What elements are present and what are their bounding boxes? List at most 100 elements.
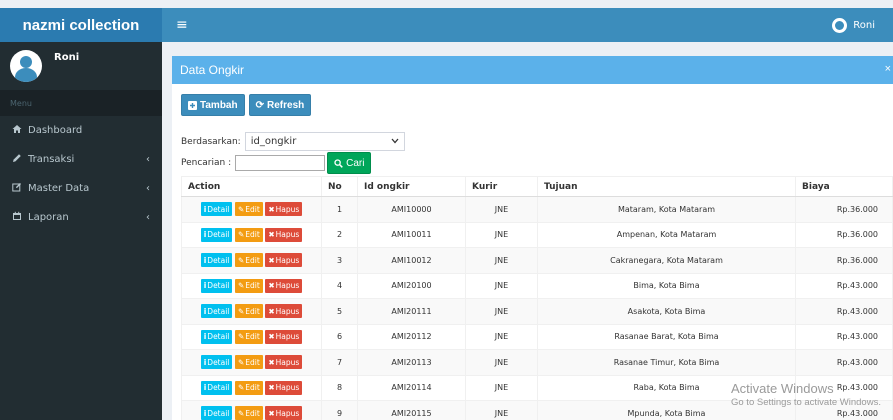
cell-biaya: Rp.36.000: [795, 247, 893, 274]
edit-button[interactable]: ✎ Edit: [234, 278, 263, 293]
cell-kurir: JNE: [465, 400, 538, 420]
delete-button[interactable]: ✖ Hapus: [265, 253, 303, 268]
add-button[interactable]: Tambah: [181, 94, 245, 116]
filter-row: Berdasarkan: id_ongkir: [181, 132, 405, 151]
delete-button-label: Hapus: [275, 357, 300, 367]
column-header-tujuan[interactable]: Tujuan: [537, 176, 796, 197]
column-header-action[interactable]: Action: [181, 176, 322, 197]
delete-button[interactable]: ✖ Hapus: [265, 380, 303, 395]
edit-button[interactable]: ✎ Edit: [234, 304, 263, 319]
close-icon: ✖: [268, 306, 275, 316]
detail-button[interactable]: i Detail: [200, 278, 233, 293]
sidebar-item-master-data[interactable]: Master Data ‹: [0, 174, 162, 203]
delete-button-label: Hapus: [275, 408, 300, 418]
edit-button[interactable]: ✎ Edit: [234, 329, 263, 344]
edit-button-label: Edit: [245, 230, 260, 240]
delete-button[interactable]: ✖ Hapus: [265, 202, 303, 217]
refresh-button-label: Refresh: [267, 99, 305, 111]
edit-button[interactable]: ✎ Edit: [234, 253, 263, 268]
edit-button[interactable]: ✎ Edit: [234, 406, 263, 420]
table-row: i Detail ✎ Edit ✖ Hapus 6 AMI20112 JNE Rasanae …: [181, 323, 893, 350]
app-logo[interactable]: nazmi collection: [0, 8, 162, 42]
delete-button-label: Hapus: [275, 281, 300, 291]
cell-tujuan: Rasanae Barat, Kota Bima: [537, 323, 796, 350]
delete-button[interactable]: ✖ Hapus: [265, 355, 303, 370]
delete-button[interactable]: ✖ Hapus: [265, 329, 303, 344]
cell-kurir: JNE: [465, 349, 538, 376]
detail-button[interactable]: i Detail: [200, 380, 233, 395]
edit-button[interactable]: ✎ Edit: [234, 355, 263, 370]
detail-button[interactable]: i Detail: [200, 406, 233, 420]
close-icon: ✖: [268, 281, 275, 291]
column-header-kurir[interactable]: Kurir: [465, 176, 538, 197]
edit-icon: ✎: [237, 255, 245, 265]
column-header-biaya[interactable]: Biaya: [795, 176, 893, 197]
row-actions: i Detail ✎ Edit ✖ Hapus: [181, 272, 322, 299]
close-icon: ✖: [268, 332, 275, 342]
edit-button-label: Edit: [245, 383, 260, 393]
cell-no: 2: [321, 221, 358, 248]
edit-icon: ✎: [237, 408, 245, 418]
column-header-no[interactable]: No: [321, 176, 358, 197]
sidebar-item-label: Laporan: [28, 212, 69, 223]
cell-id-ongkir: AMI20100: [357, 272, 466, 299]
detail-button-label: Detail: [207, 204, 230, 214]
edit-button[interactable]: ✎ Edit: [234, 380, 263, 395]
table-row: i Detail ✎ Edit ✖ Hapus 5 AMI20111 JNE Asakota,…: [181, 298, 893, 325]
sidebar-item-label: Transaksi: [28, 154, 75, 165]
watermark-title: Activate Windows: [731, 381, 834, 396]
detail-button-label: Detail: [207, 255, 230, 265]
delete-button[interactable]: ✖ Hapus: [265, 406, 303, 420]
delete-button[interactable]: ✖ Hapus: [265, 304, 303, 319]
row-actions: i Detail ✎ Edit ✖ Hapus: [181, 298, 322, 325]
detail-button[interactable]: i Detail: [200, 202, 233, 217]
info-icon: i: [203, 281, 207, 291]
delete-button[interactable]: ✖ Hapus: [265, 278, 303, 293]
refresh-button[interactable]: ⟳ Refresh: [248, 94, 312, 116]
user-menu-name: Roni: [853, 19, 875, 31]
refresh-icon: ⟳: [255, 99, 264, 111]
column-header-id-ongkir[interactable]: Id ongkir: [357, 176, 466, 197]
detail-button[interactable]: i Detail: [200, 355, 233, 370]
cell-no: 3: [321, 247, 358, 274]
pencil-icon: [12, 153, 28, 166]
user-menu[interactable]: Roni: [832, 8, 875, 42]
delete-button[interactable]: ✖ Hapus: [265, 227, 303, 242]
edit-button[interactable]: ✎ Edit: [234, 227, 263, 242]
sidebar-item-dashboard[interactable]: Dashboard: [0, 116, 162, 145]
menu-toggle-icon[interactable]: ≡: [176, 17, 188, 33]
info-icon: i: [203, 204, 207, 214]
detail-button[interactable]: i Detail: [200, 253, 233, 268]
info-icon: i: [203, 332, 207, 342]
detail-button[interactable]: i Detail: [200, 329, 233, 344]
cell-tujuan: Bima, Kota Bima: [537, 272, 796, 299]
cell-tujuan: Asakota, Kota Bima: [537, 298, 796, 325]
user-panel: Roni: [0, 42, 162, 90]
detail-button[interactable]: i Detail: [200, 304, 233, 319]
close-icon[interactable]: ×: [885, 63, 891, 75]
edit-button[interactable]: ✎ Edit: [234, 202, 263, 217]
cell-biaya: Rp.43.000: [795, 349, 893, 376]
search-button[interactable]: Cari: [327, 152, 372, 174]
detail-button[interactable]: i Detail: [200, 227, 233, 242]
edit-icon: ✎: [237, 204, 245, 214]
avatar: [10, 50, 42, 82]
detail-button-label: Detail: [207, 408, 230, 418]
info-icon: i: [203, 306, 207, 316]
table-row: i Detail ✎ Edit ✖ Hapus 2 AMI10011 JNE Ampenan,…: [181, 221, 893, 248]
cell-tujuan: Rasanae Timur, Kota Bima: [537, 349, 796, 376]
table-row: i Detail ✎ Edit ✖ Hapus 1 AMI10000 JNE Mataram,…: [181, 196, 893, 223]
sidebar-item-label: Dashboard: [28, 125, 83, 136]
filter-select[interactable]: id_ongkir: [244, 132, 405, 151]
delete-button-label: Hapus: [275, 383, 300, 393]
cell-id-ongkir: AMI10012: [357, 247, 466, 274]
sidebar-item-laporan[interactable]: Laporan ‹: [0, 203, 162, 232]
info-icon: i: [203, 357, 207, 367]
search-input[interactable]: [235, 155, 326, 171]
cell-id-ongkir: AMI20111: [357, 298, 466, 325]
box-header: Data Ongkir ×: [172, 56, 893, 84]
sidebar-item-transaksi[interactable]: Transaksi ‹: [0, 145, 162, 174]
watermark-subtitle: Go to Settings to activate Windows.: [731, 397, 881, 408]
data-ongkir-box: Data Ongkir × Tambah ⟳ Refresh Berdasark…: [172, 56, 893, 420]
detail-button-label: Detail: [207, 230, 230, 240]
